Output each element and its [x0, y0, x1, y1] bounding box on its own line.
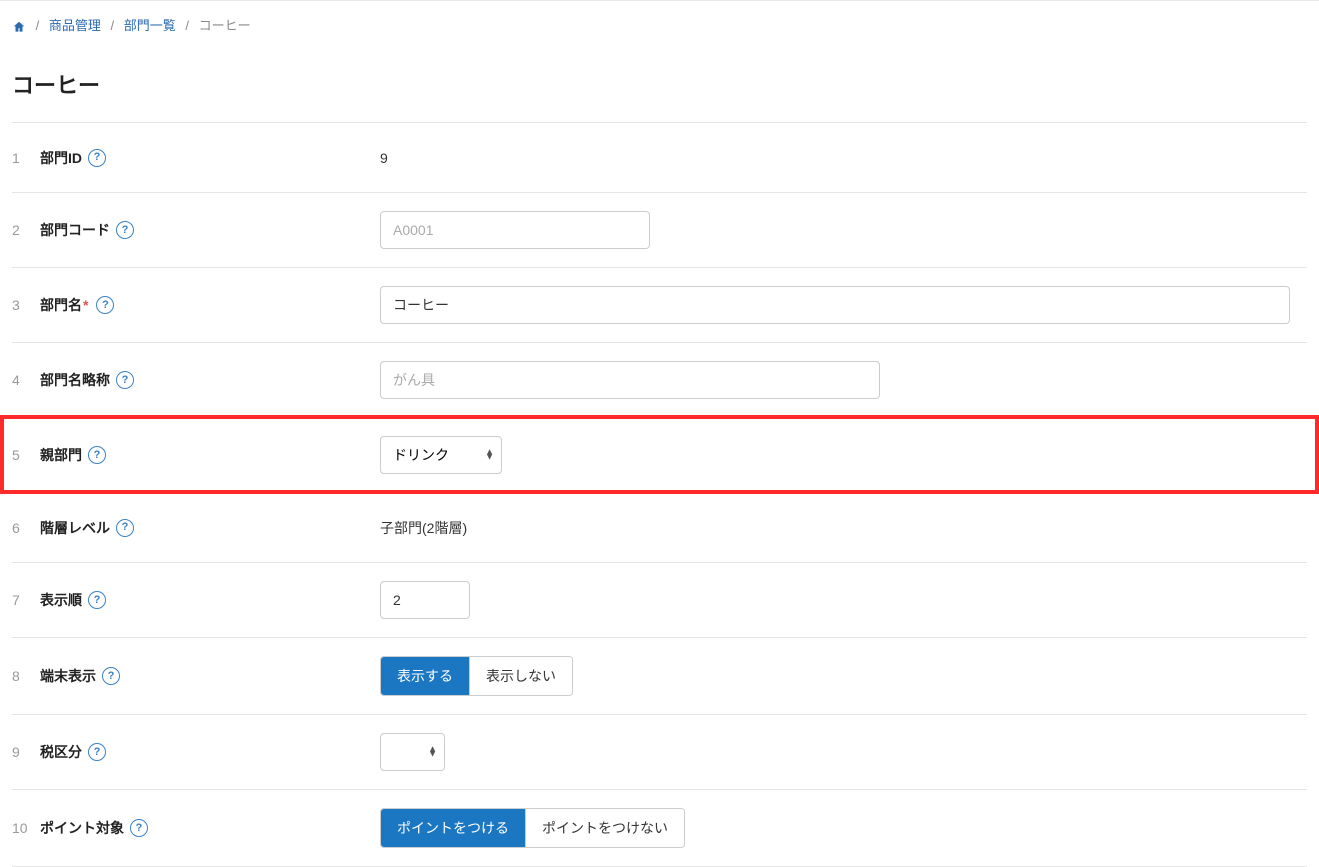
row-number: 2	[12, 222, 40, 238]
row-number: 3	[12, 297, 40, 313]
row-label: 端末表示 ?	[40, 666, 380, 686]
department-short-name-input[interactable]	[380, 361, 880, 399]
home-icon[interactable]	[12, 20, 26, 34]
row-number: 1	[12, 150, 40, 166]
row-number: 10	[12, 820, 40, 836]
label-text: 端末表示	[40, 666, 96, 686]
point-on-button[interactable]: ポイントをつける	[381, 809, 525, 847]
label-text: 階層レベル	[40, 518, 110, 538]
label-text: 部門コード	[40, 220, 110, 240]
row-label: ポイント対象 ?	[40, 818, 380, 838]
breadcrumb-separator: /	[36, 18, 40, 33]
terminal-display-show-button[interactable]: 表示する	[381, 657, 469, 695]
terminal-display-toggle: 表示する 表示しない	[380, 656, 573, 696]
row-label: 親部門 ?	[40, 445, 380, 465]
label-text: 表示順	[40, 590, 82, 610]
help-icon[interactable]: ?	[88, 743, 106, 761]
point-off-button[interactable]: ポイントをつけない	[525, 809, 684, 847]
row-tax-category: 9 税区分 ? ▲▼	[12, 714, 1307, 789]
tax-category-select[interactable]	[380, 733, 445, 771]
breadcrumb-separator: /	[185, 18, 189, 33]
page-title: コーヒー	[12, 44, 1307, 122]
row-display-order: 7 表示順 ?	[12, 562, 1307, 637]
hierarchy-level-value: 子部門(2階層)	[380, 518, 1307, 538]
row-number: 4	[12, 372, 40, 388]
row-department-short-name: 4 部門名略称 ?	[12, 342, 1307, 417]
breadcrumb-current: コーヒー	[199, 18, 251, 33]
help-icon[interactable]: ?	[116, 519, 134, 537]
department-name-input[interactable]	[380, 286, 1290, 324]
row-terminal-display: 8 端末表示 ? 表示する 表示しない	[12, 637, 1307, 714]
row-department-name: 3 部門名* ?	[12, 267, 1307, 342]
help-icon[interactable]: ?	[96, 296, 114, 314]
help-icon[interactable]: ?	[130, 819, 148, 837]
label-text: 部門名略称	[40, 370, 110, 390]
department-code-input[interactable]	[380, 211, 650, 249]
row-label: 階層レベル ?	[40, 518, 380, 538]
help-icon[interactable]: ?	[88, 149, 106, 167]
row-department-code: 2 部門コード ?	[12, 192, 1307, 267]
row-number: 6	[12, 520, 40, 536]
label-text: 税区分	[40, 742, 82, 762]
row-number: 5	[12, 447, 40, 463]
breadcrumb-link-products[interactable]: 商品管理	[49, 18, 101, 33]
department-id-value: 9	[380, 150, 1307, 166]
row-label: 部門コード ?	[40, 220, 380, 240]
label-text: 親部門	[40, 445, 82, 465]
row-number: 9	[12, 744, 40, 760]
row-point-target: 10 ポイント対象 ? ポイントをつける ポイントをつけない	[12, 789, 1307, 867]
row-label: 部門名略称 ?	[40, 370, 380, 390]
breadcrumb-link-department-list[interactable]: 部門一覧	[124, 18, 176, 33]
row-label: 税区分 ?	[40, 742, 380, 762]
label-text: 部門名	[40, 295, 82, 315]
row-number: 7	[12, 592, 40, 608]
help-icon[interactable]: ?	[88, 591, 106, 609]
breadcrumb-separator: /	[111, 18, 115, 33]
row-parent-department: 5 親部門 ? ドリンク ▲▼	[2, 417, 1317, 492]
help-icon[interactable]: ?	[116, 371, 134, 389]
terminal-display-hide-button[interactable]: 表示しない	[469, 657, 572, 695]
display-order-input[interactable]	[380, 581, 470, 619]
row-label: 部門名* ?	[40, 295, 380, 315]
row-label: 部門ID ?	[40, 148, 380, 168]
row-department-id: 1 部門ID ? 9	[12, 122, 1307, 192]
help-icon[interactable]: ?	[88, 446, 106, 464]
label-text: 部門ID	[40, 148, 82, 168]
row-hierarchy-level: 6 階層レベル ? 子部門(2階層)	[12, 492, 1307, 562]
point-target-toggle: ポイントをつける ポイントをつけない	[380, 808, 685, 848]
label-text: ポイント対象	[40, 818, 124, 838]
row-number: 8	[12, 668, 40, 684]
help-icon[interactable]: ?	[102, 667, 120, 685]
row-label: 表示順 ?	[40, 590, 380, 610]
breadcrumb: / 商品管理 / 部門一覧 / コーヒー	[12, 1, 1307, 44]
parent-department-select[interactable]: ドリンク	[380, 436, 502, 474]
required-mark: *	[83, 297, 88, 313]
help-icon[interactable]: ?	[116, 221, 134, 239]
